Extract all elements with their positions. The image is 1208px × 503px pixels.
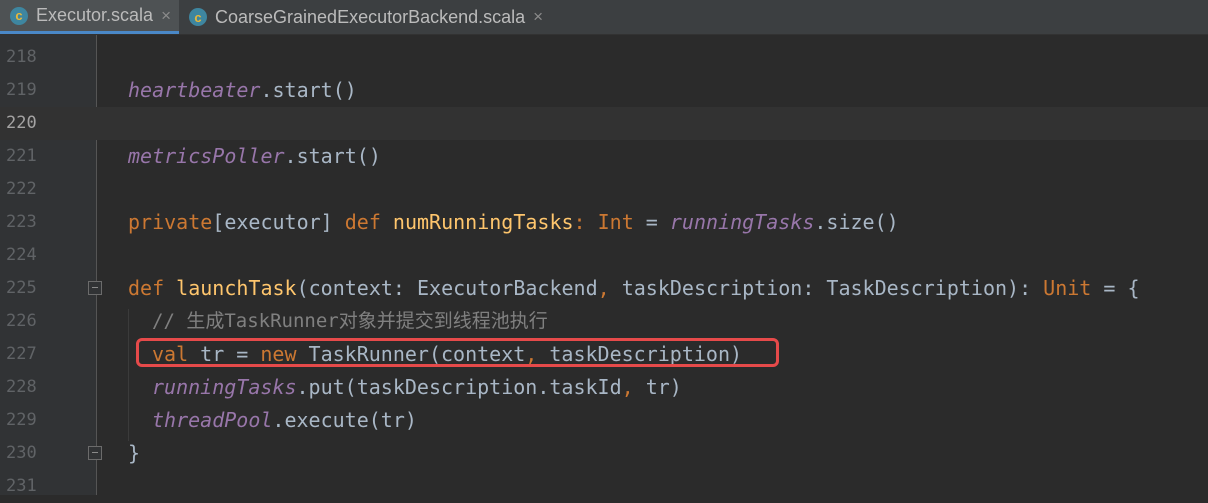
line-number: 229 [6, 410, 37, 430]
field-token: runningTasks [152, 375, 297, 399]
line-number: 221 [6, 146, 37, 166]
line-number: 218 [6, 47, 37, 67]
code-token: .start() [260, 78, 357, 102]
line-number: 219 [6, 80, 37, 100]
line-number: 226 [6, 311, 37, 331]
field-token: heartbeater [128, 78, 261, 102]
line-number: 228 [6, 377, 37, 397]
line-number: 225 [6, 278, 37, 298]
code-text: private[executor] def numRunningTasks: I… [128, 206, 899, 239]
code-line[interactable]: 225 def launchTask(context: ExecutorBack… [0, 272, 1208, 305]
line-number: 223 [6, 212, 37, 232]
line-number: 231 [6, 476, 37, 496]
line-number: 220 [6, 113, 37, 133]
tab-executor-scala[interactable]: c Executor.scala × [0, 0, 179, 34]
code-line[interactable]: 229 threadPool.execute(tr) [0, 404, 1208, 437]
line-number: 230 [6, 443, 37, 463]
code-token: : [573, 210, 598, 234]
keyword-token: def [344, 210, 381, 234]
comma-token: , [621, 375, 634, 399]
fold-marker-icon[interactable] [88, 446, 102, 460]
code-line[interactable]: 230 } [0, 437, 1208, 470]
fold-marker-icon[interactable] [88, 281, 102, 295]
line-number: 224 [6, 245, 37, 265]
line-number: 222 [6, 179, 37, 199]
field-token: threadPool [152, 408, 273, 432]
keyword-token: private [128, 210, 213, 234]
code-token: .size() [814, 210, 899, 234]
function-name-token: numRunningTasks [392, 210, 574, 234]
code-token: .put(taskDescription.taskId [296, 375, 622, 399]
code-text: runningTasks.put(taskDescription.taskId,… [152, 371, 682, 404]
close-icon[interactable]: × [161, 6, 171, 26]
code-token: (context: ExecutorBackend [296, 276, 598, 300]
code-line[interactable]: 223 private[executor] def numRunningTask… [0, 206, 1208, 239]
code-token: = { [1091, 276, 1140, 300]
code-editor[interactable]: 218 219 heartbeater.start() 220 221 metr… [0, 35, 1208, 496]
type-token: Unit [1043, 276, 1092, 300]
code-token: = [633, 210, 670, 234]
scala-class-icon: c [189, 8, 207, 26]
code-line[interactable]: 218 [0, 41, 1208, 74]
code-line[interactable]: 224 [0, 239, 1208, 272]
type-token: Int [597, 210, 634, 234]
code-token: [executor] [212, 210, 345, 234]
comment-text: // 生成TaskRunner对象并提交到线程池执行 [152, 310, 548, 332]
tab-coarse-grained-executor-backend-scala[interactable]: c CoarseGrainedExecutorBackend.scala × [179, 0, 551, 34]
code-line[interactable]: 226 // 生成TaskRunner对象并提交到线程池执行 [0, 305, 1208, 338]
comma-token: , [597, 276, 610, 300]
field-token: runningTasks [669, 210, 815, 234]
code-token: .execute(tr) [272, 408, 417, 432]
code-line[interactable]: 228 runningTasks.put(taskDescription.tas… [0, 371, 1208, 404]
tab-label: CoarseGrainedExecutorBackend.scala [215, 6, 526, 27]
highlight-annotation-box [136, 338, 779, 367]
keyword-token: def [128, 276, 165, 300]
code-text: heartbeater.start() [128, 74, 357, 107]
code-token: taskDescription: TaskDescription): [609, 276, 1044, 300]
code-line[interactable]: 219 heartbeater.start() [0, 74, 1208, 107]
tab-label: Executor.scala [36, 5, 154, 25]
code-token: .start() [284, 144, 381, 168]
field-token: metricsPoller [128, 144, 285, 168]
code-text: def launchTask(context: ExecutorBackend,… [128, 272, 1140, 305]
code-text: threadPool.execute(tr) [152, 404, 417, 437]
editor-tab-bar: c Executor.scala × c CoarseGrainedExecut… [0, 0, 1208, 35]
scala-class-icon: c [10, 6, 28, 25]
code-line[interactable]: 221 metricsPoller.start() [0, 140, 1208, 173]
close-icon[interactable]: × [533, 7, 543, 27]
line-number: 227 [6, 344, 37, 364]
function-name-token: launchTask [176, 276, 297, 300]
code-text: } [128, 441, 141, 465]
code-line[interactable]: 222 [0, 173, 1208, 206]
code-text: metricsPoller.start() [128, 140, 381, 173]
current-code-line[interactable]: 220 [0, 107, 1208, 140]
code-line[interactable]: 231 [0, 470, 1208, 503]
code-token: tr) [633, 375, 682, 399]
